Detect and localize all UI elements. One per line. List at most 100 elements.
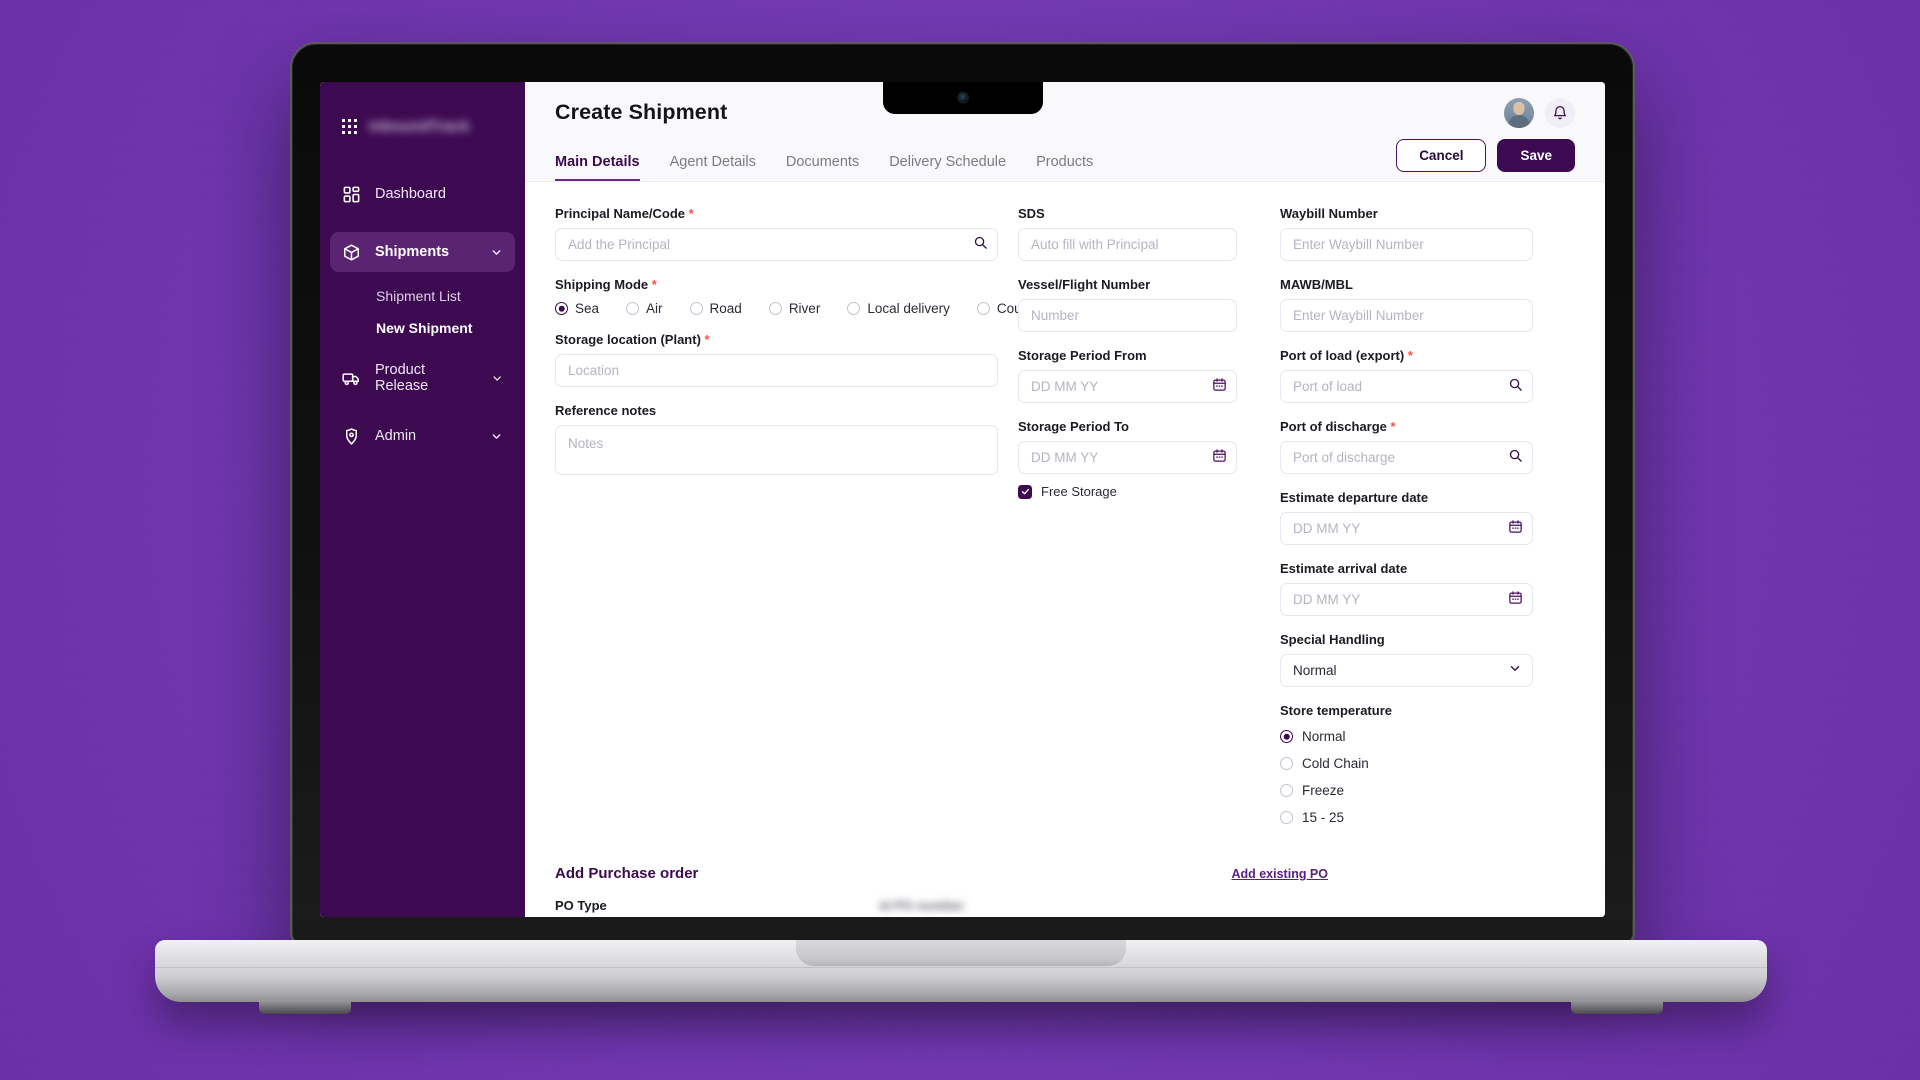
radio-label: Local delivery bbox=[867, 301, 950, 316]
form-content: Principal Name/Code * Add the Principal … bbox=[525, 182, 1605, 917]
laptop-base bbox=[155, 940, 1767, 1014]
field-mawb-mbl: MAWB/MBL bbox=[1280, 277, 1533, 332]
add-existing-po-link[interactable]: Add existing PO bbox=[1231, 867, 1328, 881]
form-column-right: Waybill Number MAWB/MBL Port of loa bbox=[1280, 206, 1533, 841]
estimate-arrival-date-wrap bbox=[1280, 583, 1533, 616]
required-star: * bbox=[688, 206, 694, 221]
sidebar-item-shipment-list[interactable]: Shipment List bbox=[330, 280, 515, 312]
storage-period-to-wrap bbox=[1018, 441, 1237, 474]
estimate-arrival-date-label: Estimate arrival date bbox=[1280, 561, 1408, 576]
laptop-screen: InboundTrack Dashboard Shipments Shipmen… bbox=[320, 82, 1605, 917]
radio-shipping-sea[interactable]: Sea bbox=[555, 301, 599, 316]
storage-period-to-label: Storage Period To bbox=[1018, 419, 1129, 434]
application-window: InboundTrack Dashboard Shipments Shipmen… bbox=[320, 82, 1605, 917]
user-avatar[interactable] bbox=[1504, 98, 1534, 128]
sidebar-item-admin[interactable]: Admin bbox=[330, 416, 515, 456]
port-of-discharge-input[interactable] bbox=[1280, 441, 1533, 474]
required-star: * bbox=[651, 277, 657, 292]
estimate-departure-date-wrap bbox=[1280, 512, 1533, 545]
laptop-foot-right bbox=[1571, 1000, 1663, 1014]
page-title: Create Shipment bbox=[555, 100, 728, 124]
tab-documents[interactable]: Documents bbox=[786, 154, 859, 181]
purchase-order-title: Add Purchase order bbox=[555, 865, 699, 882]
laptop-base-seam bbox=[155, 967, 1767, 968]
sidebar-item-label: Dashboard bbox=[375, 186, 446, 202]
port-of-load-label: Port of load (export) * bbox=[1280, 348, 1533, 363]
radio-temp-freeze[interactable]: Freeze bbox=[1280, 783, 1506, 798]
radio-temp-normal[interactable]: Normal bbox=[1280, 729, 1506, 744]
radio-shipping-air[interactable]: Air bbox=[626, 301, 663, 316]
sds-label: SDS bbox=[1018, 206, 1045, 221]
chevron-down-icon bbox=[492, 249, 501, 255]
cancel-button[interactable]: Cancel bbox=[1396, 139, 1487, 172]
estimate-departure-date-input[interactable] bbox=[1280, 512, 1533, 545]
radio-dot bbox=[626, 302, 640, 315]
principal-input[interactable] bbox=[555, 228, 998, 261]
apps-grid-icon bbox=[342, 118, 357, 134]
field-po-type: PO Type bbox=[555, 898, 866, 917]
port-of-load-input[interactable] bbox=[1280, 370, 1533, 403]
laptop-lid: InboundTrack Dashboard Shipments Shipmen… bbox=[290, 42, 1635, 947]
top-bar-actions bbox=[1504, 98, 1575, 128]
shield-icon bbox=[345, 427, 358, 445]
reference-notes-textarea[interactable] bbox=[555, 425, 998, 475]
vessel-flight-input[interactable] bbox=[1018, 299, 1237, 332]
radio-temp-15-25[interactable]: 15 - 25 bbox=[1280, 810, 1533, 825]
field-estimate-arrival-date: Estimate arrival date bbox=[1280, 561, 1533, 616]
storage-period-to-input[interactable] bbox=[1018, 441, 1237, 474]
estimate-departure-date-label: Estimate departure date bbox=[1280, 490, 1429, 505]
save-button[interactable]: Save bbox=[1497, 139, 1575, 172]
storage-location-input[interactable] bbox=[555, 354, 998, 387]
free-storage-label: Free Storage bbox=[1041, 484, 1117, 499]
notification-bell-button[interactable] bbox=[1545, 98, 1575, 128]
special-handling-select[interactable] bbox=[1280, 654, 1533, 687]
notification-bell-icon bbox=[1553, 106, 1567, 120]
field-port-of-discharge: Port of discharge * bbox=[1280, 419, 1533, 474]
laptop-notch bbox=[882, 82, 1043, 114]
radio-shipping-local-delivery[interactable]: Local delivery bbox=[847, 301, 950, 316]
radio-shipping-road[interactable]: Road bbox=[689, 301, 742, 316]
radio-shipping-river[interactable]: River bbox=[768, 301, 821, 316]
sidebar-item-new-shipment[interactable]: New Shipment bbox=[330, 312, 515, 344]
required-star: * bbox=[704, 332, 710, 347]
radio-temp-cold-chain[interactable]: Cold Chain bbox=[1280, 756, 1506, 771]
radio-label: Sea bbox=[575, 301, 600, 316]
sidebar-item-product-release[interactable]: Product Release bbox=[330, 358, 515, 398]
special-handling-wrap bbox=[1280, 654, 1533, 687]
storage-location-label-text: Storage location (Plant) bbox=[555, 332, 701, 347]
tab-delivery-schedule[interactable]: Delivery Schedule bbox=[889, 154, 1006, 181]
shipping-mode-radios: Sea Air Road River Local delivery Courie… bbox=[555, 299, 1041, 316]
reference-notes-label: Reference notes bbox=[555, 403, 657, 418]
principal-label: Principal Name/Code * bbox=[555, 206, 998, 221]
storage-period-from-input[interactable] bbox=[1018, 370, 1237, 403]
vessel-flight-label: Vessel/Flight Number bbox=[1018, 277, 1151, 292]
sidebar-item-dashboard[interactable]: Dashboard bbox=[330, 174, 515, 214]
sds-input[interactable] bbox=[1018, 228, 1237, 261]
storage-period-from-wrap bbox=[1018, 370, 1237, 403]
free-storage-checkbox-row[interactable]: Free Storage bbox=[1018, 484, 1237, 499]
mawb-mbl-input[interactable] bbox=[1280, 299, 1533, 332]
dashboard-icon bbox=[343, 186, 360, 202]
checkbox-checked-icon bbox=[1018, 484, 1032, 499]
required-star: * bbox=[1390, 419, 1396, 434]
sidebar: InboundTrack Dashboard Shipments Shipmen… bbox=[320, 82, 525, 917]
estimate-arrival-date-input[interactable] bbox=[1280, 583, 1533, 616]
sidebar-item-label: Admin bbox=[375, 428, 417, 444]
sidebar-nav: Dashboard Shipments Shipment List New Sh… bbox=[320, 174, 525, 456]
purchase-order-form: PO Type id PO number bbox=[555, 898, 1328, 917]
field-storage-period-from: Storage Period From bbox=[1018, 348, 1237, 403]
tab-products[interactable]: Products bbox=[1036, 154, 1093, 181]
required-star: * bbox=[1407, 348, 1413, 363]
tab-agent-details[interactable]: Agent Details bbox=[670, 154, 756, 181]
sidebar-submenu-shipments: Shipment List New Shipment bbox=[330, 276, 515, 344]
tab-main-details[interactable]: Main Details bbox=[555, 154, 640, 181]
laptop-base-grip bbox=[796, 940, 1126, 966]
brand-logo[interactable]: InboundTrack bbox=[320, 104, 525, 144]
radio-label: River bbox=[788, 301, 821, 316]
waybill-number-input[interactable] bbox=[1280, 228, 1533, 261]
truck-icon bbox=[342, 372, 359, 385]
sidebar-item-shipments[interactable]: Shipments bbox=[330, 232, 515, 272]
field-store-temperature: Store temperature Normal Cold Chain Free… bbox=[1280, 703, 1533, 825]
